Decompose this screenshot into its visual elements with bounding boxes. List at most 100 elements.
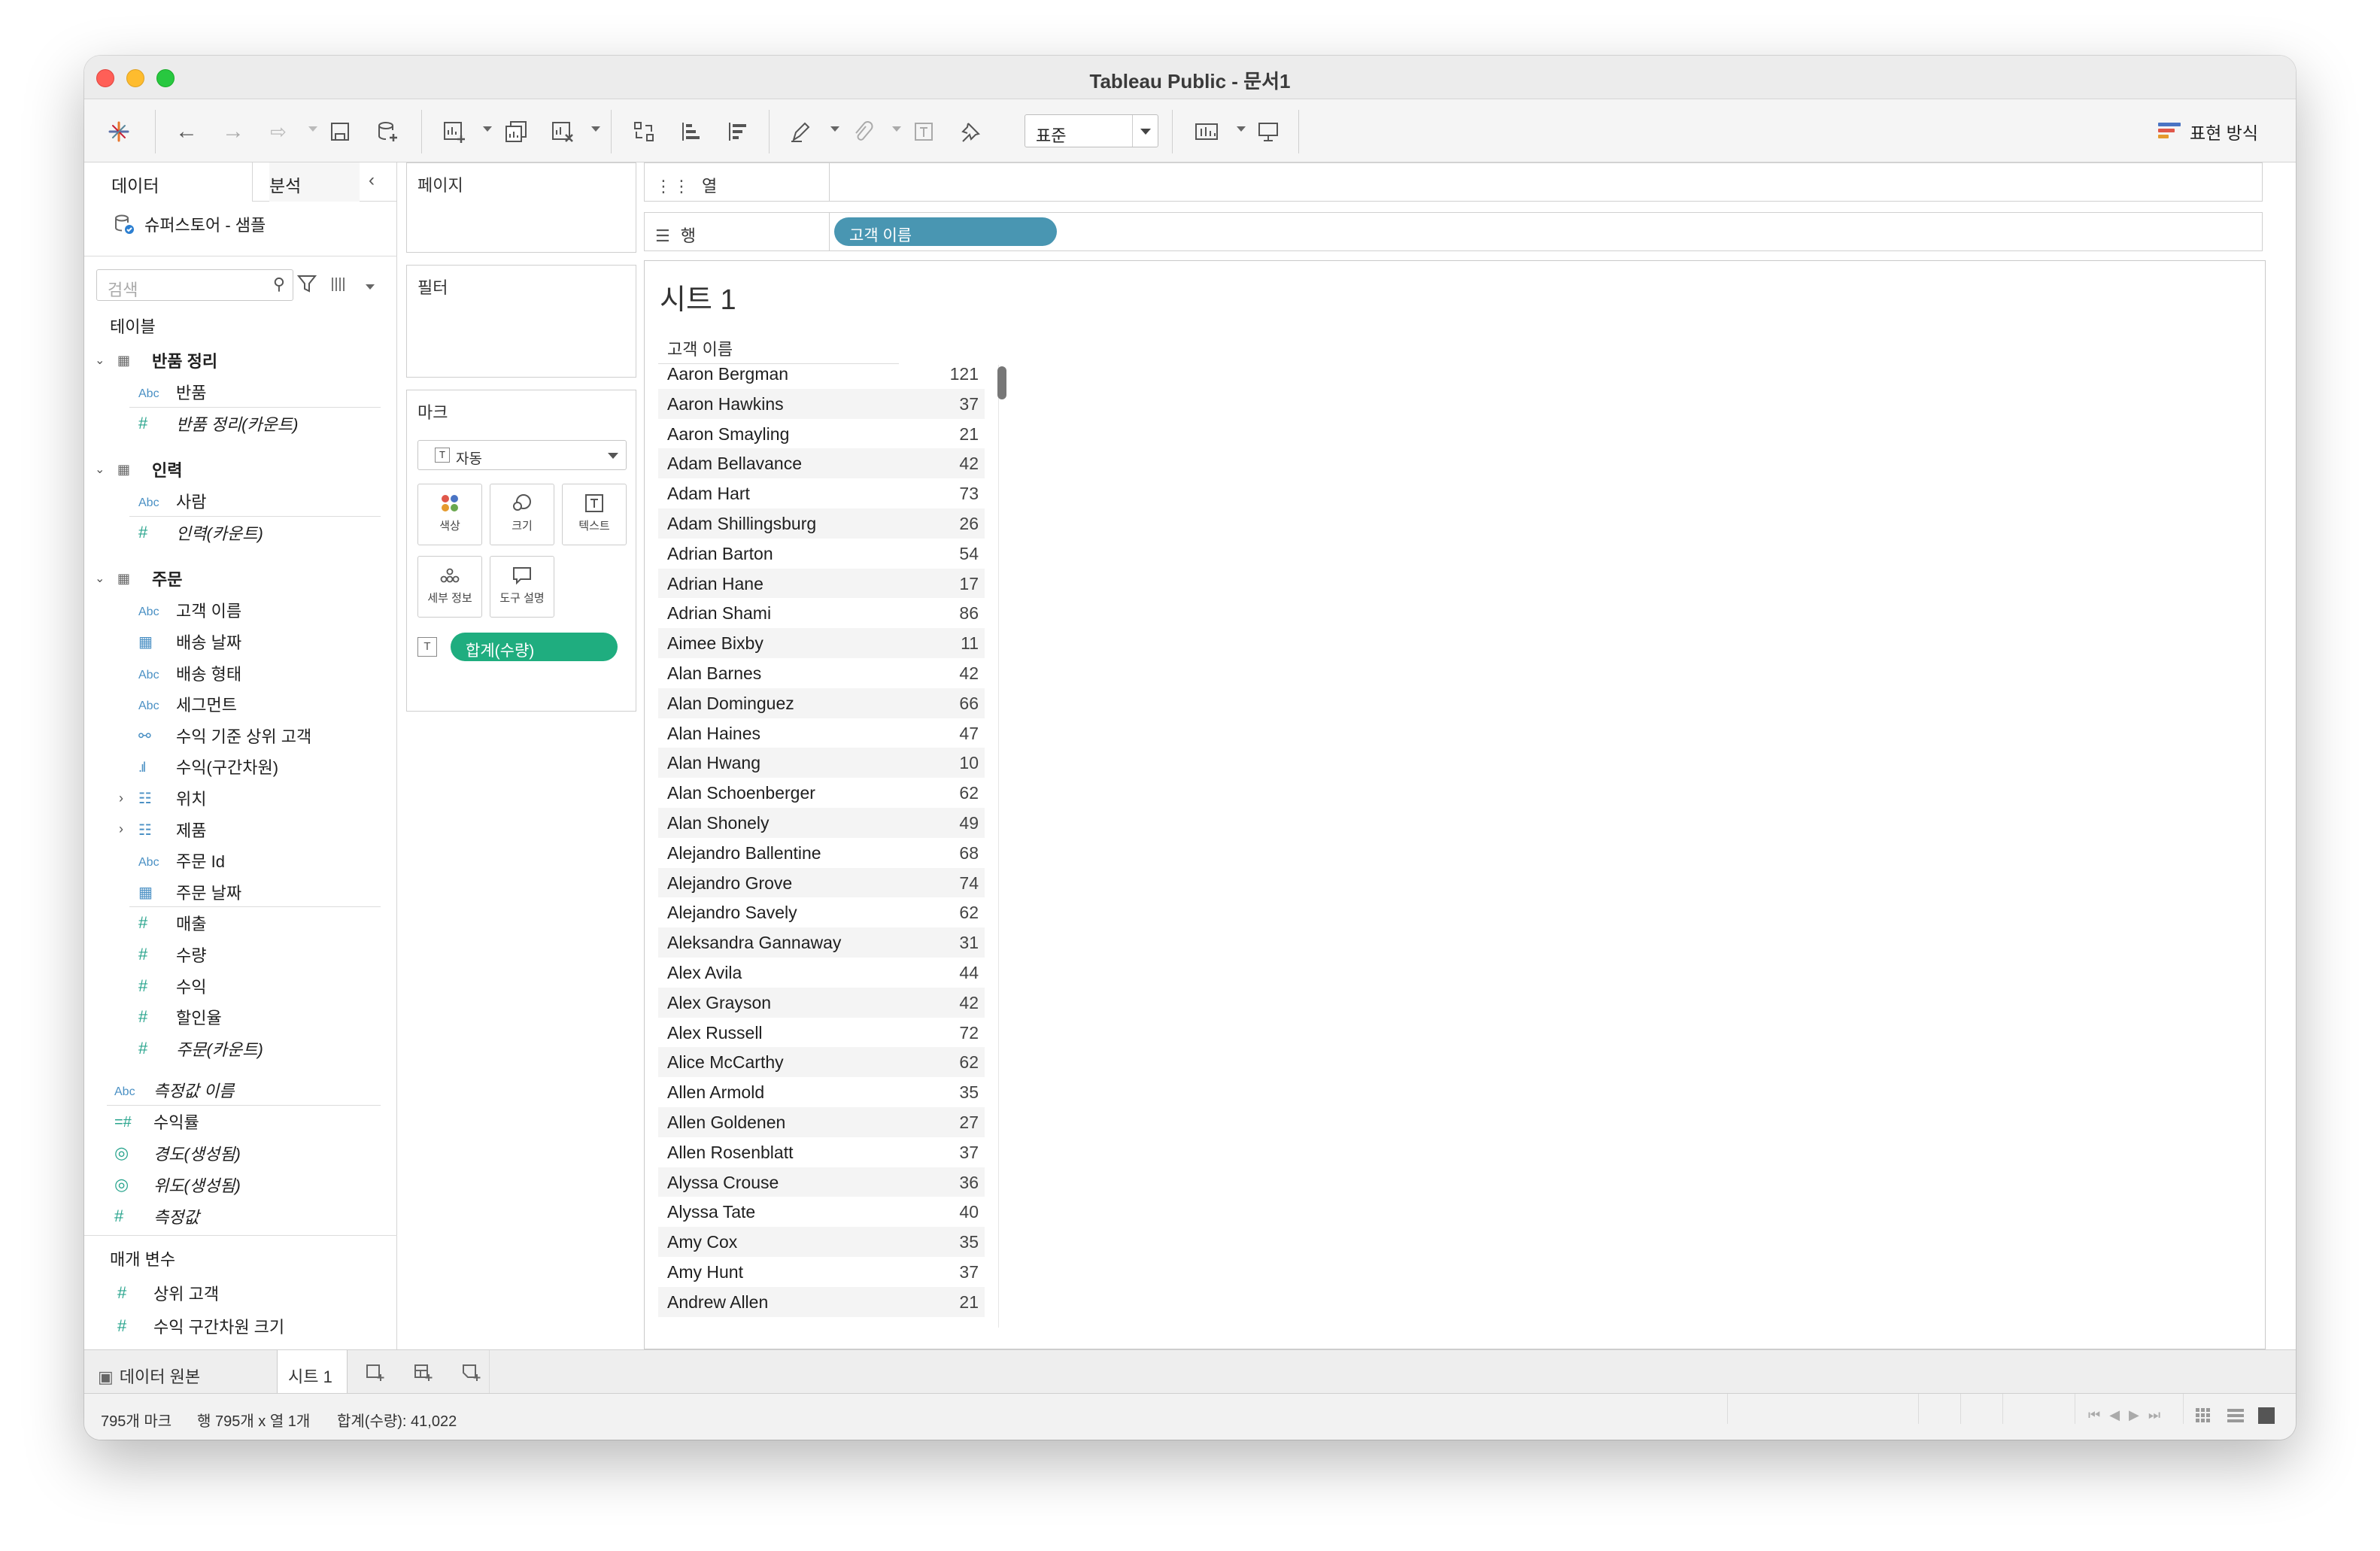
table-row[interactable]: Alan Shonely 49 [658,808,985,838]
tab-sheet1[interactable]: 시트 1 [277,1350,348,1394]
field-item[interactable]: # 매출 [84,907,396,939]
field-item[interactable]: # 반품 정리(카운트) [84,408,396,439]
chevron-right-icon[interactable]: › [119,791,123,806]
field-item[interactable]: › ☷ 제품 [84,814,396,845]
tableau-logo-icon[interactable] [102,117,135,146]
table-row[interactable]: Alan Hwang 10 [658,748,985,779]
sheet-navigation-icons[interactable]: ⏮◀▶⏭ [2088,1407,2169,1423]
customer-name-cell[interactable]: Adrian Hane [667,574,763,594]
tab-datasource[interactable]: ▣ 데이터 원본 [87,1350,281,1394]
quantity-cell[interactable]: 62 [959,903,979,923]
save-icon[interactable] [325,117,355,146]
customer-name-cell[interactable]: Alan Schoenberger [667,783,815,803]
quantity-cell[interactable]: 21 [959,1292,979,1313]
customer-name-cell[interactable]: Alyssa Crouse [667,1173,779,1193]
table-row[interactable]: Alan Schoenberger 62 [658,778,985,808]
field-item[interactable]: # 측정값 [84,1200,396,1232]
table-group-2[interactable]: ⌄ ▦ 주문 [84,563,396,594]
quantity-cell[interactable]: 37 [959,1262,979,1282]
field-item[interactable]: Abc 주문 Id [84,845,396,876]
quantity-cell[interactable]: 62 [959,1052,979,1073]
quantity-cell[interactable]: 40 [959,1202,979,1222]
sort-descending-icon[interactable] [722,117,752,146]
field-item[interactable]: =# 수익률 [84,1106,396,1137]
quantity-cell[interactable]: 73 [959,484,979,504]
chevron-down-icon[interactable]: ⌄ [95,353,105,368]
quantity-cell[interactable]: 11 [961,633,979,654]
search-input[interactable]: 검색 ⚲ [96,269,293,301]
show-cards-icon[interactable] [1190,117,1223,146]
column-header[interactable]: 고객 이름 [667,336,733,360]
table-row[interactable]: Alan Dominguez 66 [658,687,985,718]
view-options-icon[interactable] [329,274,352,296]
group-members-icon[interactable] [847,117,877,146]
highlight-dropdown-icon[interactable] [830,126,839,132]
filters-shelf[interactable]: 필터 [406,265,636,378]
customer-name-cell[interactable]: Adam Bellavance [667,454,802,474]
new-worksheet-icon[interactable] [438,117,471,146]
customer-name-cell[interactable]: Alejandro Grove [667,873,792,894]
quantity-cell[interactable]: 86 [959,603,979,624]
table-row[interactable]: Alice McCarthy 62 [658,1047,985,1078]
show-mark-labels-icon[interactable] [909,117,939,146]
duplicate-sheet-icon[interactable] [499,117,533,146]
field-item[interactable]: › ☷ 위치 [84,782,396,814]
table-row[interactable]: Alex Russell 72 [658,1018,985,1048]
table-row[interactable]: Adrian Shami 86 [658,598,985,628]
customer-name-cell[interactable]: Alex Grayson [667,993,771,1013]
customer-name-cell[interactable]: Amy Hunt [667,1262,743,1282]
quantity-cell[interactable]: 31 [959,933,979,953]
table-row[interactable]: Alex Grayson 42 [658,987,985,1018]
table-row[interactable]: Aimee Bixby 11 [658,628,985,658]
table-row[interactable]: Adrian Hane 17 [658,568,985,599]
table-row[interactable]: Adam Bellavance 42 [658,448,985,479]
customer-name-pill[interactable]: 고객 이름 [834,217,1057,246]
view-options-dropdown-icon[interactable] [366,284,375,290]
color-mark-button[interactable]: 색상 [417,484,482,545]
mark-type-select[interactable]: T 자동 [417,440,627,470]
collapse-pane-icon[interactable]: ‹ [369,162,391,202]
field-item[interactable]: Abc 측정값 이름 [84,1074,396,1106]
replay-dropdown-icon[interactable] [308,126,317,132]
chevron-down-icon[interactable]: ⌄ [95,571,105,586]
quantity-cell[interactable]: 44 [959,963,979,983]
customer-name-cell[interactable]: Adrian Shami [667,603,771,624]
table-row[interactable]: Amy Hunt 37 [658,1257,985,1287]
field-item[interactable]: # 수익 [84,970,396,1002]
vertical-scrollbar[interactable] [997,365,1006,1328]
quantity-cell[interactable]: 21 [959,424,979,445]
customer-name-cell[interactable]: Aaron Bergman [667,364,788,384]
tabs-view-icon[interactable] [2258,1407,2275,1424]
table-row[interactable]: Aleksandra Gannaway 31 [658,927,985,958]
field-item[interactable]: ⚯ 수익 기준 상위 고객 [84,720,396,751]
field-item[interactable]: Abc 반품 [84,376,396,408]
field-item[interactable]: ▦ 주문 날짜 [84,876,396,908]
filmstrip-view-icon[interactable] [2195,1407,2212,1424]
new-worksheet-tab-icon[interactable] [355,1350,390,1394]
field-item[interactable]: .ıl 수익(구간차원) [84,751,396,782]
table-row[interactable]: Adam Hart 73 [658,478,985,508]
customer-name-cell[interactable]: Alejandro Savely [667,903,797,923]
quantity-cell[interactable]: 49 [959,813,979,833]
group-dropdown-icon[interactable] [892,126,901,132]
table-row[interactable]: Aaron Hawkins 37 [658,388,985,419]
parameter-item[interactable]: # 수익 구간차원 크기 [84,1310,396,1342]
quantity-cell[interactable]: 74 [959,873,979,894]
tab-data[interactable]: 데이터 [84,162,253,202]
customer-name-cell[interactable]: Allen Rosenblatt [667,1143,794,1163]
customer-name-cell[interactable]: Amy Cox [667,1232,737,1252]
parameter-item[interactable]: # 상위 고객 [84,1277,396,1309]
customer-name-cell[interactable]: Adam Hart [667,484,750,504]
customer-name-cell[interactable]: Aleksandra Gannaway [667,933,841,953]
field-item[interactable]: Abc 고객 이름 [84,594,396,626]
show-cards-dropdown-icon[interactable] [1237,126,1246,132]
table-row[interactable]: Alyssa Crouse 36 [658,1167,985,1197]
field-item[interactable]: Abc 사람 [84,485,396,517]
quantity-cell[interactable]: 62 [959,783,979,803]
clear-sheet-dropdown-icon[interactable] [591,126,600,132]
quantity-cell[interactable]: 42 [959,993,979,1013]
field-item[interactable]: Abc 배송 형태 [84,657,396,689]
datasource-item[interactable]: 슈퍼스토어 - 샘플 [113,212,266,236]
chevron-down-icon[interactable]: ⌄ [95,462,105,477]
customer-name-cell[interactable]: Alan Dominguez [667,694,794,714]
